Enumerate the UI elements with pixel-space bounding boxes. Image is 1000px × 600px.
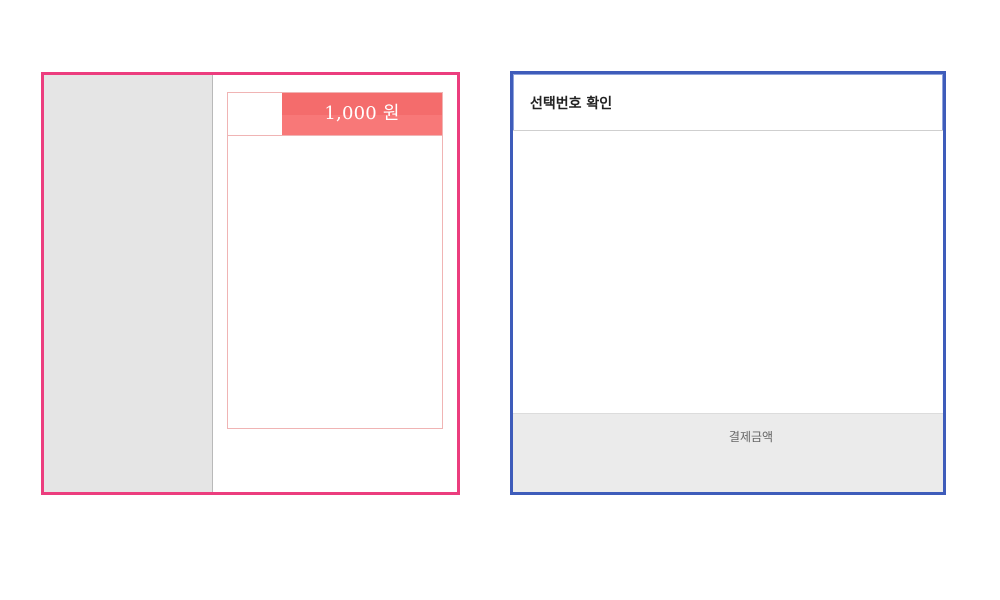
ticket-panel: 1,000 원 (41, 72, 460, 495)
confirm-title: 선택번호 확인 (530, 96, 613, 112)
payment-amount-label: 결제금액 (728, 430, 774, 444)
stage: 1,000 원 선택번호 확인 결제금액 (0, 0, 1000, 600)
ticket-sidebar (44, 75, 213, 492)
selected-numbers-area (513, 131, 943, 413)
ticket-card: 1,000 원 (227, 92, 443, 429)
price-tag: 1,000 원 (282, 93, 442, 135)
confirm-header: 선택번호 확인 (513, 74, 943, 131)
payment-footer: 결제금액 (513, 413, 943, 492)
confirm-panel: 선택번호 확인 결제금액 (510, 71, 946, 495)
ticket-card-header: 1,000 원 (228, 93, 442, 136)
